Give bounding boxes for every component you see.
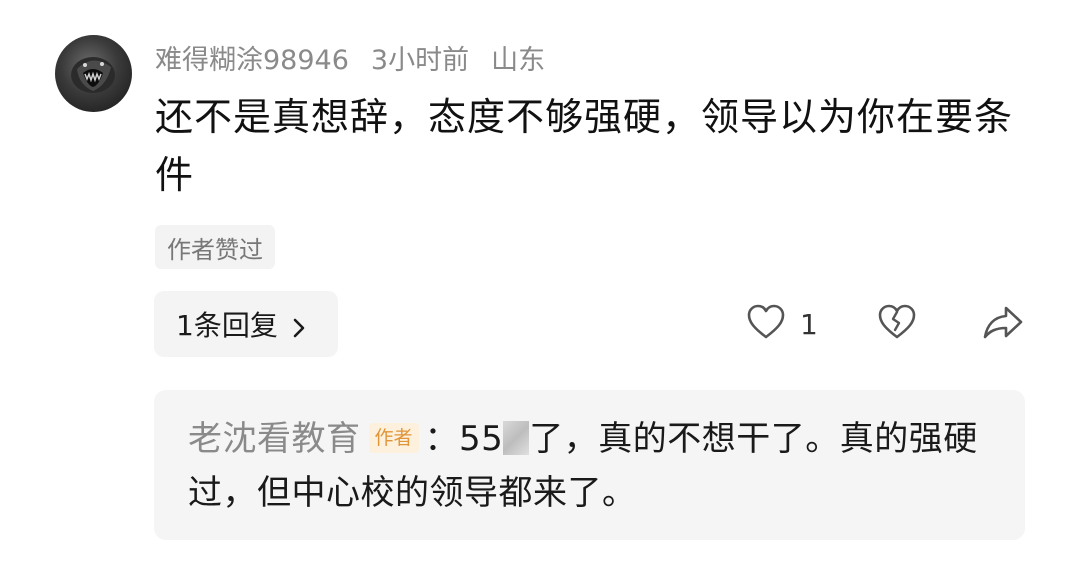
redacted-glyph: [503, 420, 530, 455]
avatar[interactable]: [55, 35, 132, 112]
reply-content: 老沈看教育 作者 ：55 了，真的不想干了。真的强硬过，但中心校的领导都来了。: [188, 412, 995, 520]
share-arrow-icon: [982, 303, 1024, 345]
chevron-right-icon: [288, 313, 310, 338]
reply-author-name[interactable]: 老沈看教育: [188, 419, 361, 459]
comment-text: 还不是真想辞，态度不够强硬，领导以为你在要条件: [155, 95, 1014, 197]
comment-location: 山东: [491, 44, 546, 76]
username[interactable]: 难得糊涂98946: [155, 38, 349, 77]
dislike-button[interactable]: [877, 302, 917, 346]
view-replies-button[interactable]: 1条回复: [154, 291, 338, 357]
share-button[interactable]: [982, 302, 1024, 346]
author-tag: 作者: [368, 422, 419, 453]
like-button[interactable]: 1: [746, 302, 818, 346]
reply-count-label: 1条回复: [176, 309, 278, 342]
comment-time: 3小时前: [370, 44, 470, 76]
reply-text-before: ：55: [424, 419, 504, 459]
comment-meta: 难得糊涂98946 3小时前 山东: [155, 37, 567, 77]
reply-card[interactable]: 老沈看教育 作者 ：55 了，真的不想干了。真的强硬过，但中心校的领导都来了。: [154, 390, 1025, 540]
author-liked-badge: 作者赞过: [155, 225, 275, 269]
like-count: 1: [800, 307, 818, 341]
heart-outline-icon: [746, 303, 786, 345]
broken-heart-icon: [877, 303, 917, 345]
